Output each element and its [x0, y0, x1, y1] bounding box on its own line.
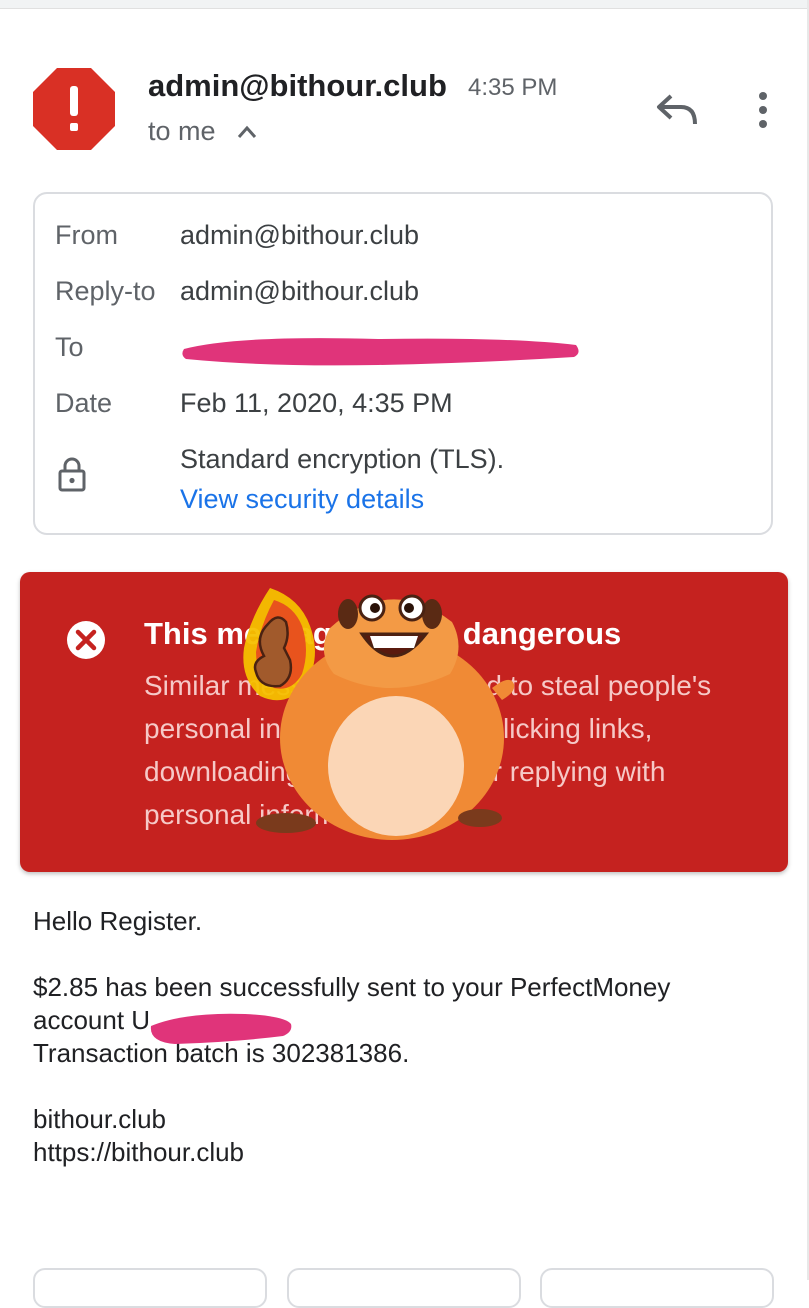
reply-icon[interactable]	[655, 90, 699, 130]
recipient-summary[interactable]: to me	[148, 116, 216, 147]
body-line: Transaction batch is 302381386.	[33, 1038, 410, 1068]
to-label: To	[55, 332, 84, 362]
date-value: Feb 11, 2020, 4:35 PM	[180, 388, 453, 418]
replyto-value: admin@bithour.club	[180, 276, 420, 306]
body-greeting: Hello Register.	[33, 906, 203, 936]
message-details-card: From admin@bithour.club Reply-to admin@b…	[33, 192, 773, 535]
chevron-up-icon[interactable]	[236, 122, 258, 142]
lock-icon	[58, 457, 86, 492]
signature-name: bithour.club	[33, 1104, 166, 1134]
reply-button[interactable]	[33, 1268, 267, 1308]
error-circle-icon	[67, 621, 105, 659]
message-body: Hello Register. $2.85 has been successfu…	[33, 905, 773, 1169]
forward-button[interactable]	[540, 1268, 774, 1308]
from-label: From	[55, 220, 118, 250]
body-line: account U	[33, 1005, 151, 1035]
reply-all-button[interactable]	[287, 1268, 521, 1308]
replyto-label: Reply-to	[55, 276, 156, 306]
security-details-link[interactable]: View security details	[180, 484, 424, 515]
hamster-sticker	[243, 588, 515, 840]
more-vert-icon[interactable]	[748, 88, 778, 132]
date-label: Date	[55, 388, 113, 418]
sender-address: admin@bithour.club	[148, 68, 447, 103]
top-bar-edge	[0, 0, 809, 9]
signature-url[interactable]: https://bithour.club	[33, 1136, 773, 1169]
encryption-text: Standard encryption (TLS).	[180, 444, 505, 474]
redaction-mark	[150, 1013, 292, 1044]
from-value: admin@bithour.club	[180, 220, 420, 250]
body-line: $2.85 has been successfully sent to your…	[33, 972, 671, 1002]
message-time: 4:35 PM	[468, 74, 558, 101]
alert-octagon-icon	[33, 68, 115, 150]
redaction-mark	[182, 338, 579, 366]
